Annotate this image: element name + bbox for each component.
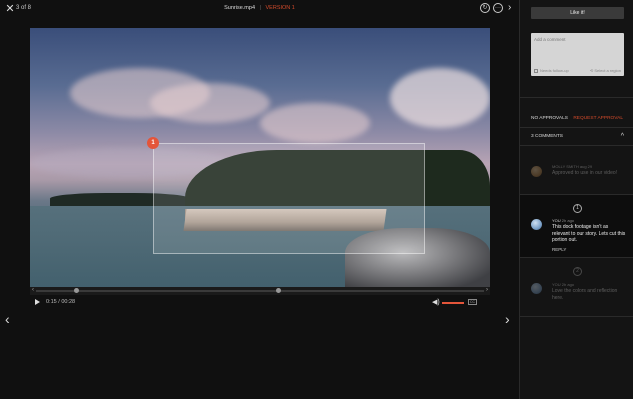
- no-approvals-label: NO APPROVALS: [531, 116, 568, 121]
- time-separator: /: [58, 299, 60, 305]
- cloud: [390, 68, 490, 128]
- comment-marker[interactable]: [74, 288, 79, 293]
- comment-item[interactable]: 2 YOU 2h ago Love the colors and reflect…: [520, 258, 633, 316]
- comment-item[interactable]: 1 YOU 2h ago This dock footage isn't as …: [520, 195, 633, 257]
- previous-file-icon[interactable]: ‹: [5, 311, 10, 327]
- top-bar: ✕ 3 of 8 Sunrise.mp4 | VERSION 1 ↻ ··· ›: [0, 0, 519, 20]
- version-selector[interactable]: VERSION 1: [266, 5, 295, 11]
- comments-count[interactable]: 3 COMMENTS: [531, 134, 563, 139]
- divider: [520, 127, 633, 128]
- volume-slider[interactable]: [442, 302, 464, 304]
- comment-text: This dock footage isn't as relevant to o…: [552, 224, 626, 243]
- volume-icon[interactable]: ◀): [432, 298, 440, 306]
- needs-followup-checkbox[interactable]: Needs follow-up: [534, 68, 569, 73]
- player-controls: 0:15 / 00:28 ◀) CC: [30, 297, 490, 309]
- timeline-scrubber[interactable]: ‹ ›: [30, 287, 490, 295]
- select-region-label: Select a region: [594, 68, 621, 73]
- comment-author: MOLLY SMITH: [552, 164, 579, 169]
- comment-time: 2h ago: [561, 282, 575, 287]
- needs-followup-label: Needs follow-up: [540, 68, 569, 73]
- comment-text: Love the colors and reflection here.: [552, 288, 618, 301]
- current-time: 0:15: [46, 299, 57, 305]
- comment-text: Approved to use in our video!: [552, 170, 618, 176]
- reply-link[interactable]: REPLY: [552, 247, 566, 252]
- comment-region[interactable]: [153, 143, 425, 254]
- timeline-track[interactable]: [36, 290, 484, 292]
- avatar: [531, 219, 542, 230]
- comment-input[interactable]: Add a comment Needs follow-up ⟲ Select a…: [531, 33, 624, 76]
- like-button[interactable]: Like it!: [531, 7, 624, 19]
- chevron-up-icon[interactable]: ^: [621, 133, 624, 140]
- avatar: [531, 283, 542, 294]
- next-file-icon[interactable]: ›: [505, 311, 510, 327]
- divider: [520, 316, 633, 317]
- file-title: Sunrise.mp4 | VERSION 1: [0, 5, 519, 11]
- comment-meta: YOU 2h ago: [552, 282, 574, 287]
- comment-time: aug 29: [579, 164, 593, 169]
- select-region-button[interactable]: ⟲ Select a region: [590, 68, 621, 73]
- region-marker[interactable]: 1: [147, 137, 159, 149]
- avatar: [531, 166, 542, 177]
- request-approval-link[interactable]: REQUEST APPROVAL: [573, 116, 623, 121]
- divider: [520, 97, 633, 98]
- captions-icon[interactable]: CC: [468, 299, 477, 305]
- checkbox-icon: [534, 69, 538, 73]
- time-display: 0:15 / 00:28: [46, 299, 75, 305]
- review-screen: ✕ 3 of 8 Sunrise.mp4 | VERSION 1 ↻ ··· ›…: [0, 0, 633, 399]
- comment-meta: YOU 2h ago: [552, 218, 574, 223]
- play-icon[interactable]: [35, 299, 40, 305]
- comment-author: YOU: [552, 282, 561, 287]
- approvals-row: NO APPROVALS REQUEST APPROVAL: [531, 116, 623, 121]
- scrub-right-icon[interactable]: ›: [486, 287, 488, 293]
- comment-options: Needs follow-up ⟲ Select a region: [534, 68, 621, 73]
- more-options-icon[interactable]: ···: [493, 3, 503, 13]
- refresh-icon[interactable]: ↻: [480, 3, 490, 13]
- comment-item[interactable]: MOLLY SMITH aug 29 Approved to use in ou…: [520, 146, 633, 194]
- filename: Sunrise.mp4: [224, 5, 256, 11]
- comment-meta: MOLLY SMITH aug 29: [552, 164, 592, 169]
- comment-author: YOU: [552, 218, 561, 223]
- comment-number-badge[interactable]: 2: [573, 267, 582, 276]
- comment-time: 2h ago: [561, 218, 575, 223]
- cloud: [260, 103, 370, 143]
- comment-marker[interactable]: [276, 288, 281, 293]
- comment-placeholder: Add a comment: [534, 37, 566, 42]
- comments-panel: Like it! Add a comment Needs follow-up ⟲…: [519, 0, 633, 399]
- chevron-right-icon[interactable]: ›: [508, 2, 511, 13]
- scrub-left-icon[interactable]: ‹: [32, 287, 34, 293]
- duration: 00:28: [61, 299, 76, 305]
- comment-number-badge[interactable]: 1: [573, 204, 582, 213]
- title-separator: |: [259, 5, 261, 11]
- cloud: [150, 83, 270, 123]
